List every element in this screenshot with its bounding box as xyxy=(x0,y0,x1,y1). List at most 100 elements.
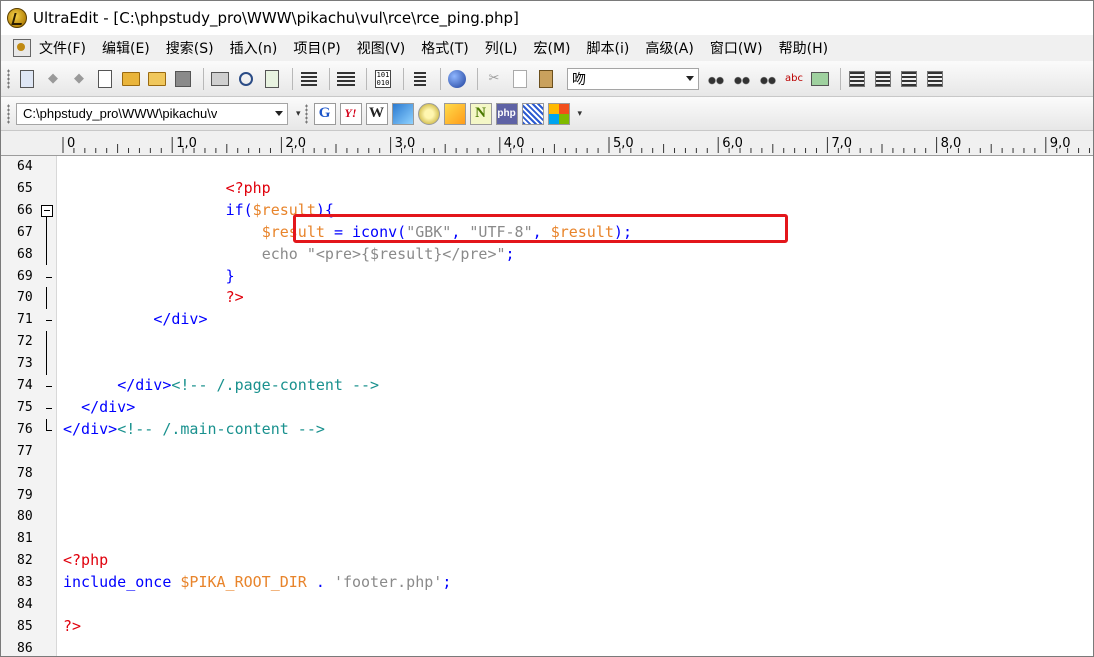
toolbar-overflow-icon[interactable]: ▾ xyxy=(296,109,301,119)
line-number: 79 xyxy=(17,487,33,503)
save-icon[interactable] xyxy=(172,68,194,90)
menu-macro[interactable]: 宏(M) xyxy=(533,38,570,58)
line-number: 75 xyxy=(17,399,33,415)
toolbar-separator xyxy=(292,67,293,90)
toolbar-overflow-icon[interactable]: ▾ xyxy=(578,109,583,119)
find-next-icon[interactable] xyxy=(731,68,753,90)
code-line[interactable]: 69 } xyxy=(1,266,1093,288)
forward-arrow-icon[interactable]: ◆ xyxy=(68,68,90,90)
code-line[interactable]: 74 </div><!-- /.page-content --> xyxy=(1,375,1093,397)
document-list-icon[interactable] xyxy=(298,68,320,90)
open-folder-icon[interactable] xyxy=(120,68,142,90)
code-line[interactable]: 78 xyxy=(1,463,1093,485)
code-text: </div> xyxy=(81,397,136,416)
menu-project[interactable]: 项目(P) xyxy=(293,38,340,58)
new-file-icon[interactable] xyxy=(94,68,116,90)
code-line[interactable]: 79 xyxy=(1,485,1093,507)
fold-guide xyxy=(41,353,53,375)
code-line[interactable]: 83 include_once $PIKA_ROOT_DIR . 'footer.… xyxy=(1,572,1093,594)
line-number: 83 xyxy=(17,575,33,591)
line-number: 78 xyxy=(17,465,33,481)
align-center-icon[interactable] xyxy=(872,68,894,90)
code-line[interactable]: 73 xyxy=(1,353,1093,375)
line-number: 77 xyxy=(17,443,33,459)
align-right-icon[interactable] xyxy=(898,68,920,90)
code-text: echo "<pre>{$result}</pre>"; xyxy=(261,244,515,263)
font-select[interactable]: 吻 xyxy=(567,67,699,90)
code-line[interactable]: 75 </div> xyxy=(1,397,1093,419)
code-line[interactable]: 86 xyxy=(1,638,1093,656)
column-mode-icon[interactable] xyxy=(409,68,431,90)
toolbar-grip[interactable] xyxy=(7,103,10,124)
code-line[interactable]: 72 xyxy=(1,331,1093,353)
close-folder-icon[interactable] xyxy=(146,68,168,90)
cut-icon[interactable]: ✂ xyxy=(483,68,505,90)
line-number: 85 xyxy=(17,618,33,634)
code-line[interactable]: 81 xyxy=(1,528,1093,550)
menu-file[interactable]: 文件(F) xyxy=(39,38,86,58)
paste-icon[interactable] xyxy=(535,68,557,90)
menu-search[interactable]: 搜索(S) xyxy=(166,38,214,58)
php-search-icon[interactable]: php xyxy=(495,102,518,125)
code-line[interactable]: 77 xyxy=(1,441,1093,463)
code-text: include_once $PIKA_ROOT_DIR . 'footer.ph… xyxy=(63,573,452,592)
ultraedit-logo-icon xyxy=(7,8,27,28)
menu-format[interactable]: 格式(T) xyxy=(421,38,468,58)
word-wrap-icon[interactable] xyxy=(335,68,357,90)
menu-window[interactable]: 窗口(W) xyxy=(710,38,763,58)
code-line[interactable]: 76 </div><!-- /.main-content --> xyxy=(1,418,1093,441)
code-line[interactable]: 80 xyxy=(1,506,1093,528)
waves-search-icon[interactable] xyxy=(521,102,544,125)
code-line[interactable]: 71 </div> xyxy=(1,309,1093,331)
properties-icon[interactable] xyxy=(16,68,38,90)
line-number: 65 xyxy=(17,180,33,196)
fold-collapse-icon[interactable] xyxy=(41,200,53,222)
replace-icon[interactable]: abc xyxy=(783,68,805,90)
print-preview-icon[interactable] xyxy=(235,68,257,90)
document-menu-icon[interactable] xyxy=(13,39,31,57)
n-search-icon[interactable]: N xyxy=(469,102,492,125)
code-text: <?php xyxy=(225,178,271,197)
toolbar-grip[interactable] xyxy=(7,68,10,89)
toolbar-separator xyxy=(403,67,404,90)
hex-mode-icon[interactable]: 101 010 xyxy=(372,68,394,90)
find-icon[interactable] xyxy=(705,68,727,90)
stack-search-icon[interactable] xyxy=(391,102,414,125)
yahoo-search-icon[interactable]: Y! xyxy=(339,102,362,125)
code-text: <?php xyxy=(63,551,109,570)
google-search-icon[interactable]: G xyxy=(313,102,336,125)
line-number: 81 xyxy=(17,531,33,547)
lightbulb-search-icon[interactable] xyxy=(417,102,440,125)
code-editor[interactable]: 64 65 <?php 66 if($result){67 $result = ic… xyxy=(1,156,1093,656)
code-line[interactable]: 68 echo "<pre>{$result}</pre>"; xyxy=(1,243,1093,266)
find-in-files-icon[interactable] xyxy=(809,68,831,90)
menu-column[interactable]: 列(L) xyxy=(485,38,518,58)
menu-script[interactable]: 脚本(i) xyxy=(587,38,630,58)
code-line[interactable]: 70 ?> xyxy=(1,287,1093,310)
back-arrow-icon[interactable]: ◆ xyxy=(42,68,64,90)
spell-check-icon[interactable] xyxy=(261,68,283,90)
justify-icon[interactable] xyxy=(924,68,946,90)
menu-help[interactable]: 帮助(H) xyxy=(779,38,828,58)
code-line[interactable]: 84 xyxy=(1,594,1093,616)
file-path-select[interactable]: C:\phpstudy_pro\WWW\pikachu\v xyxy=(16,102,288,125)
menu-advanced[interactable]: 高级(A) xyxy=(645,38,694,58)
toolbar-separator xyxy=(840,67,841,90)
windows-search-icon[interactable] xyxy=(547,102,570,125)
menu-view[interactable]: 视图(V) xyxy=(357,38,406,58)
find-previous-icon[interactable] xyxy=(757,68,779,90)
code-line[interactable]: 82 <?php xyxy=(1,550,1093,572)
sun-search-icon[interactable] xyxy=(443,102,466,125)
web-browser-icon[interactable] xyxy=(446,68,468,90)
wikipedia-search-icon[interactable]: W xyxy=(365,102,388,125)
code-text: </div> xyxy=(153,310,208,329)
menu-insert[interactable]: 插入(n) xyxy=(230,38,278,58)
code-line[interactable]: 64 xyxy=(1,156,1093,178)
print-icon[interactable] xyxy=(209,68,231,90)
menu-edit[interactable]: 编辑(E) xyxy=(102,38,150,58)
code-line[interactable]: 65 <?php xyxy=(1,178,1093,200)
code-line[interactable]: 85 ?> xyxy=(1,616,1093,638)
toolbar-grip[interactable] xyxy=(304,103,308,124)
align-left-icon[interactable] xyxy=(846,68,868,90)
copy-icon[interactable] xyxy=(509,68,531,90)
